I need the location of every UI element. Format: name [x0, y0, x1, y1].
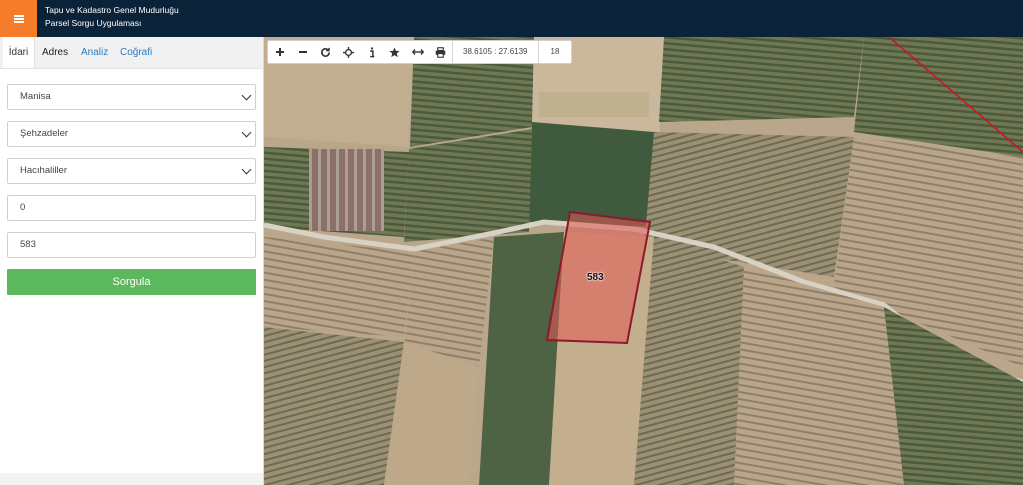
coordinate-readout: 38.6105 : 27.6139: [452, 41, 538, 63]
hamburger-icon: [13, 14, 24, 23]
refresh-icon[interactable]: [314, 41, 337, 63]
zoom-level-readout: 18: [537, 41, 572, 63]
query-button[interactable]: Sorgula: [7, 269, 256, 295]
app-header: Tapu ve Kadastro Genel Mudurluğu Parsel …: [0, 0, 1023, 37]
parcel-input[interactable]: 583: [7, 232, 256, 258]
info-icon[interactable]: [360, 41, 383, 63]
neighborhood-value: Hacıhaliller: [20, 165, 67, 176]
tab-adres[interactable]: Adres: [42, 37, 68, 68]
header-titles: Tapu ve Kadastro Genel Mudurluğu Parsel …: [45, 4, 179, 30]
map-toolbar: 38.6105 : 27.6139 18: [267, 40, 573, 64]
chevron-down-icon: [241, 164, 252, 175]
zoom-out-icon[interactable]: [291, 41, 314, 63]
locate-icon[interactable]: [337, 41, 360, 63]
satellite-imagery: [264, 37, 1023, 485]
query-panel: İdari Adres Analiz Coğrafi Manisa Şehzad…: [0, 37, 263, 485]
block-input[interactable]: 0: [7, 195, 256, 221]
province-select[interactable]: Manisa: [7, 84, 256, 110]
zoom-in-icon[interactable]: [268, 41, 291, 63]
measure-icon[interactable]: [406, 41, 429, 63]
tab-bar: İdari Adres Analiz Coğrafi: [0, 37, 263, 69]
province-value: Manisa: [20, 91, 51, 102]
map-view[interactable]: 583 38.6105 : 27.6139 18: [264, 37, 1023, 485]
org-title: Tapu ve Kadastro Genel Mudurluğu: [45, 5, 179, 15]
menu-button[interactable]: [0, 0, 37, 37]
favorite-icon[interactable]: [383, 41, 406, 63]
chevron-down-icon: [241, 90, 252, 101]
parcel-value: 583: [20, 239, 36, 250]
panel-footer: [0, 473, 263, 485]
tab-idari[interactable]: İdari: [3, 37, 35, 68]
parcel-label: 583: [587, 272, 604, 283]
district-value: Şehzadeler: [20, 128, 69, 139]
neighborhood-select[interactable]: Hacıhaliller: [7, 158, 256, 184]
app-title: Parsel Sorgu Uygulaması: [45, 18, 142, 28]
block-value: 0: [20, 202, 26, 213]
print-icon[interactable]: [429, 41, 452, 63]
tab-analiz[interactable]: Analiz: [81, 37, 108, 68]
tab-cografi[interactable]: Coğrafi: [120, 37, 152, 68]
chevron-down-icon: [241, 127, 252, 138]
district-select[interactable]: Şehzadeler: [7, 121, 256, 147]
